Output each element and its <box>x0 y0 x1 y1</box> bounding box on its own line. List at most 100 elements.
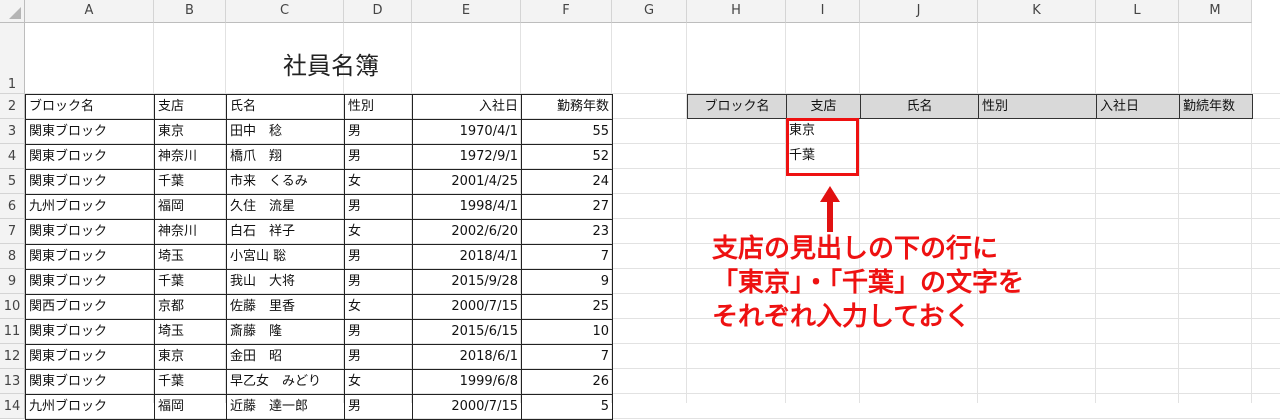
table-cell[interactable]: 2000/7/15 <box>412 394 522 420</box>
column-header-g[interactable]: G <box>612 0 687 23</box>
table-header-cell[interactable]: 氏名 <box>226 94 345 120</box>
table-cell[interactable]: 2018/6/1 <box>412 344 522 370</box>
table-cell[interactable]: 男 <box>344 269 413 295</box>
column-header-k[interactable]: K <box>978 0 1096 23</box>
table-cell[interactable]: 1970/4/1 <box>412 119 522 145</box>
table-cell[interactable]: 千葉 <box>154 169 227 195</box>
column-header-c[interactable]: C <box>226 0 344 23</box>
table-cell[interactable]: 2015/6/15 <box>412 319 522 345</box>
row-header-14[interactable]: 14 <box>0 394 25 419</box>
table-cell[interactable]: 東京 <box>154 344 227 370</box>
table-cell[interactable]: 関東ブロック <box>25 319 155 345</box>
table-cell[interactable]: 小宮山 聡 <box>226 244 345 270</box>
table-cell[interactable]: 関東ブロック <box>25 119 155 145</box>
table-cell[interactable]: 男 <box>344 119 413 145</box>
row-header-10[interactable]: 10 <box>0 294 25 319</box>
criteria-header-cell[interactable]: 勤続年数 <box>1179 94 1253 119</box>
criteria-header-cell[interactable]: 入社日 <box>1096 94 1180 119</box>
table-cell[interactable]: 女 <box>344 219 413 245</box>
column-header-i[interactable]: I <box>786 0 860 23</box>
criteria-header-cell[interactable]: 支店 <box>786 94 861 119</box>
table-cell[interactable]: 九州ブロック <box>25 394 155 420</box>
table-cell[interactable]: 1972/9/1 <box>412 144 522 170</box>
table-cell[interactable]: 2015/9/28 <box>412 269 522 295</box>
table-header-cell[interactable]: 支店 <box>154 94 227 120</box>
criteria-header-cell[interactable]: 性別 <box>978 94 1097 119</box>
table-cell[interactable]: 福岡 <box>154 194 227 220</box>
table-cell[interactable]: 関東ブロック <box>25 169 155 195</box>
table-cell[interactable]: 55 <box>521 119 613 145</box>
row-header-9[interactable]: 9 <box>0 269 25 294</box>
table-cell[interactable]: 我山 大将 <box>226 269 345 295</box>
table-cell[interactable]: 24 <box>521 169 613 195</box>
table-cell[interactable]: 女 <box>344 369 413 395</box>
table-cell[interactable]: 2002/6/20 <box>412 219 522 245</box>
row-header-13[interactable]: 13 <box>0 369 25 394</box>
row-header-11[interactable]: 11 <box>0 319 25 344</box>
column-header-b[interactable]: B <box>154 0 226 23</box>
table-cell[interactable]: 女 <box>344 294 413 320</box>
table-cell[interactable]: 神奈川 <box>154 144 227 170</box>
row-header-2[interactable]: 2 <box>0 94 25 119</box>
table-cell[interactable]: 7 <box>521 344 613 370</box>
table-cell[interactable]: 福岡 <box>154 394 227 420</box>
table-cell[interactable]: 2001/4/25 <box>412 169 522 195</box>
table-cell[interactable]: 7 <box>521 244 613 270</box>
table-cell[interactable]: 神奈川 <box>154 219 227 245</box>
table-cell[interactable]: 佐藤 里香 <box>226 294 345 320</box>
column-header-m[interactable]: M <box>1179 0 1252 23</box>
table-header-cell[interactable]: 勤務年数 <box>521 94 613 120</box>
table-cell[interactable]: 5 <box>521 394 613 420</box>
table-cell[interactable]: 埼玉 <box>154 319 227 345</box>
row-header-8[interactable]: 8 <box>0 244 25 269</box>
table-cell[interactable]: 市来 くるみ <box>226 169 345 195</box>
row-header-1[interactable]: 1 <box>0 23 25 94</box>
table-cell[interactable]: 埼玉 <box>154 244 227 270</box>
table-cell[interactable]: 27 <box>521 194 613 220</box>
table-cell[interactable]: 久住 流星 <box>226 194 345 220</box>
row-header-7[interactable]: 7 <box>0 219 25 244</box>
table-cell[interactable]: 関東ブロック <box>25 269 155 295</box>
table-cell[interactable]: 橋爪 翔 <box>226 144 345 170</box>
table-cell[interactable]: 男 <box>344 319 413 345</box>
table-cell[interactable]: 千葉 <box>154 269 227 295</box>
table-cell[interactable]: 金田 昭 <box>226 344 345 370</box>
row-header-4[interactable]: 4 <box>0 144 25 169</box>
table-header-cell[interactable]: 入社日 <box>412 94 522 120</box>
table-cell[interactable]: 10 <box>521 319 613 345</box>
table-cell[interactable]: 男 <box>344 394 413 420</box>
column-header-d[interactable]: D <box>344 0 412 23</box>
column-header-a[interactable]: A <box>25 0 154 23</box>
table-cell[interactable]: 1999/6/8 <box>412 369 522 395</box>
table-header-cell[interactable]: 性別 <box>344 94 413 120</box>
table-cell[interactable]: 男 <box>344 194 413 220</box>
table-cell[interactable]: 東京 <box>154 119 227 145</box>
table-cell[interactable]: 斎藤 隆 <box>226 319 345 345</box>
table-cell[interactable]: 関東ブロック <box>25 369 155 395</box>
column-header-j[interactable]: J <box>860 0 978 23</box>
table-cell[interactable]: 男 <box>344 344 413 370</box>
table-cell[interactable]: 関東ブロック <box>25 244 155 270</box>
table-cell[interactable]: 関東ブロック <box>25 144 155 170</box>
criteria-header-cell[interactable]: ブロック名 <box>687 94 787 119</box>
row-header-3[interactable]: 3 <box>0 119 25 144</box>
table-cell[interactable]: 52 <box>521 144 613 170</box>
column-header-l[interactable]: L <box>1096 0 1179 23</box>
table-cell[interactable]: 9 <box>521 269 613 295</box>
table-header-cell[interactable]: ブロック名 <box>25 94 155 120</box>
table-cell[interactable]: 関西ブロック <box>25 294 155 320</box>
table-cell[interactable]: 1998/4/1 <box>412 194 522 220</box>
table-cell[interactable]: 関東ブロック <box>25 219 155 245</box>
table-cell[interactable]: 関東ブロック <box>25 344 155 370</box>
table-cell[interactable]: 女 <box>344 169 413 195</box>
table-cell[interactable]: 白石 祥子 <box>226 219 345 245</box>
row-header-6[interactable]: 6 <box>0 194 25 219</box>
row-header-5[interactable]: 5 <box>0 169 25 194</box>
table-cell[interactable]: 23 <box>521 219 613 245</box>
criteria-header-cell[interactable]: 氏名 <box>860 94 979 119</box>
table-cell[interactable]: 25 <box>521 294 613 320</box>
column-header-h[interactable]: H <box>687 0 786 23</box>
table-cell[interactable]: 2018/4/1 <box>412 244 522 270</box>
table-cell[interactable]: 近藤 達一郎 <box>226 394 345 420</box>
table-cell[interactable]: 男 <box>344 244 413 270</box>
